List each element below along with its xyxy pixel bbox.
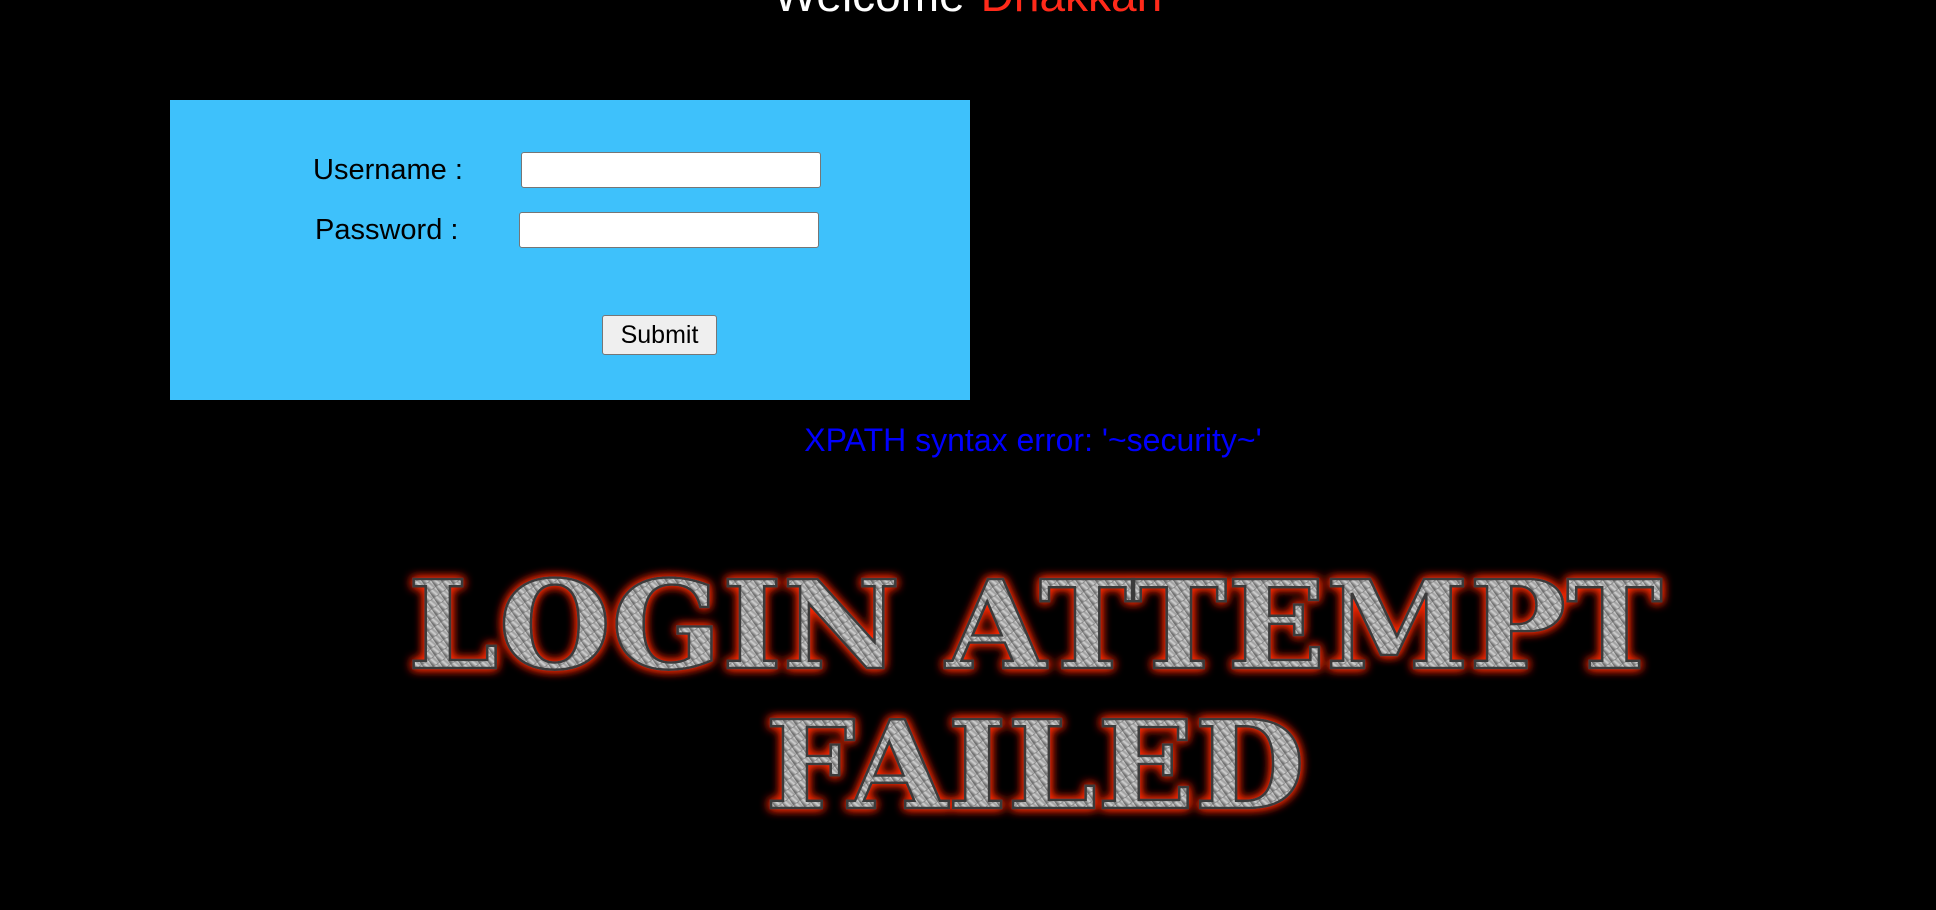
banner-line-2: FAILED — [765, 693, 1305, 830]
username-input[interactable] — [521, 152, 821, 188]
welcome-heading: Welcome Dhakkan — [0, 0, 1936, 18]
login-form: Username : Password : Submit — [170, 100, 970, 400]
page: Welcome Dhakkan Username : Password : Sub… — [0, 0, 1936, 910]
welcome-greeting: Welcome — [774, 0, 965, 21]
login-failed-banner: LOGIN ATTEMPT FAILED — [390, 550, 1680, 830]
password-input[interactable] — [519, 212, 819, 248]
welcome-username: Dhakkan — [981, 0, 1163, 21]
password-label: Password : — [315, 214, 459, 246]
banner-line-1: LOGIN ATTEMPT — [408, 553, 1663, 697]
submit-button[interactable]: Submit — [602, 315, 717, 355]
username-label: Username : — [313, 154, 463, 186]
error-message: XPATH syntax error: '~security~' — [804, 422, 1262, 458]
